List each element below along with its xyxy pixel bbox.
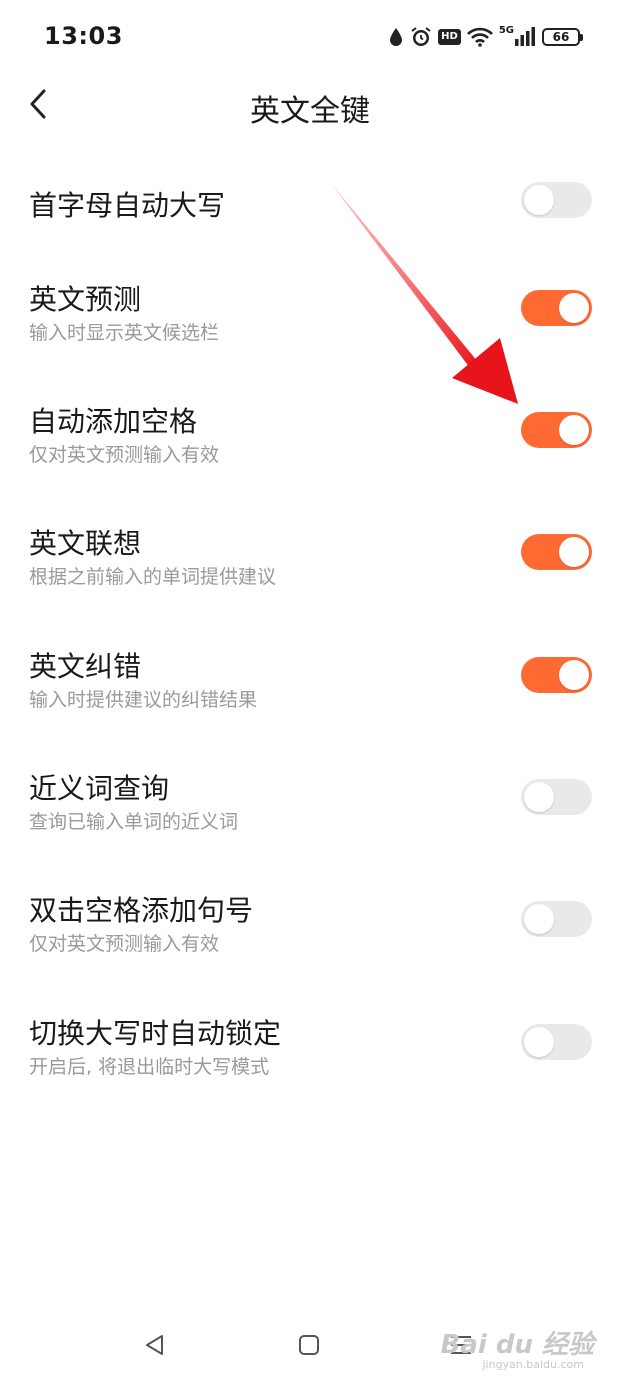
setting-title: 双击空格添加句号 bbox=[29, 894, 254, 927]
caps-lock-toggle[interactable] bbox=[521, 1024, 592, 1060]
setting-subtitle: 仅对英文预测输入有效 bbox=[29, 933, 220, 955]
page-title: 英文全键 bbox=[250, 94, 370, 129]
setting-row-synonym-lookup: 近义词查询 查询已输入单词的近义词 bbox=[0, 759, 620, 839]
watermark-url: jingyan.baidu.com bbox=[482, 1358, 584, 1371]
watermark: Bai du 经验 bbox=[440, 1330, 595, 1360]
synonym-lookup-toggle[interactable] bbox=[521, 779, 592, 815]
toggle-knob bbox=[524, 904, 554, 934]
setting-title: 切换大写时自动锁定 bbox=[29, 1017, 282, 1050]
setting-title: 自动添加空格 bbox=[29, 405, 198, 438]
toggle-knob bbox=[524, 185, 554, 215]
toggle-knob bbox=[524, 1027, 554, 1057]
setting-title: 英文预测 bbox=[29, 283, 142, 316]
status-icons: HD 5G 66 bbox=[388, 22, 583, 52]
english-association-toggle[interactable] bbox=[521, 534, 592, 570]
toggle-knob bbox=[559, 293, 589, 323]
setting-title: 近义词查询 bbox=[29, 772, 170, 805]
setting-title: 英文纠错 bbox=[29, 650, 142, 683]
signal-icon bbox=[514, 27, 536, 47]
wifi-icon bbox=[466, 27, 493, 47]
auto-space-toggle[interactable] bbox=[521, 412, 592, 448]
toggle-knob bbox=[559, 660, 589, 690]
nav-home-button[interactable] bbox=[292, 1330, 326, 1364]
english-correction-toggle[interactable] bbox=[521, 657, 592, 693]
setting-subtitle: 查询已输入单词的近义词 bbox=[29, 811, 239, 833]
toggle-knob bbox=[559, 415, 589, 445]
setting-row-english-correction: 英文纠错 输入时提供建议的纠错结果 bbox=[0, 637, 620, 717]
header: 英文全键 bbox=[0, 76, 620, 136]
setting-row-auto-capitalize: 首字母自动大写 bbox=[0, 168, 620, 238]
battery-icon: 66 bbox=[542, 28, 583, 46]
setting-row-english-prediction: 英文预测 输入时显示英文候选栏 bbox=[0, 270, 620, 350]
status-time: 13:03 bbox=[44, 22, 123, 50]
status-bar: 13:03 HD 5G 66 bbox=[0, 0, 620, 76]
back-triangle-icon bbox=[143, 1333, 167, 1361]
english-prediction-toggle[interactable] bbox=[521, 290, 592, 326]
auto-capitalize-toggle[interactable] bbox=[521, 182, 592, 218]
network-type-label: 5G bbox=[498, 24, 514, 36]
setting-row-english-association: 英文联想 根据之前输入的单词提供建议 bbox=[0, 514, 620, 594]
setting-row-auto-space: 自动添加空格 仅对英文预测输入有效 bbox=[0, 392, 620, 472]
setting-row-caps-lock: 切换大写时自动锁定 开启后, 将退出临时大写模式 bbox=[0, 1004, 620, 1084]
setting-subtitle: 输入时提供建议的纠错结果 bbox=[29, 689, 258, 711]
setting-row-double-space-period: 双击空格添加句号 仅对英文预测输入有效 bbox=[0, 881, 620, 961]
drop-icon bbox=[388, 27, 404, 47]
nav-back-button[interactable] bbox=[138, 1330, 172, 1364]
setting-title: 首字母自动大写 bbox=[29, 189, 226, 222]
setting-subtitle: 仅对英文预测输入有效 bbox=[29, 444, 220, 466]
home-square-icon bbox=[297, 1333, 321, 1361]
hd-icon: HD bbox=[438, 29, 461, 45]
setting-title: 英文联想 bbox=[29, 527, 142, 560]
double-space-period-toggle[interactable] bbox=[521, 901, 592, 937]
toggle-knob bbox=[524, 782, 554, 812]
alarm-icon bbox=[410, 26, 432, 48]
toggle-knob bbox=[559, 537, 589, 567]
setting-subtitle: 输入时显示英文候选栏 bbox=[29, 322, 220, 344]
setting-subtitle: 根据之前输入的单词提供建议 bbox=[29, 566, 277, 588]
setting-subtitle: 开启后, 将退出临时大写模式 bbox=[29, 1056, 270, 1078]
